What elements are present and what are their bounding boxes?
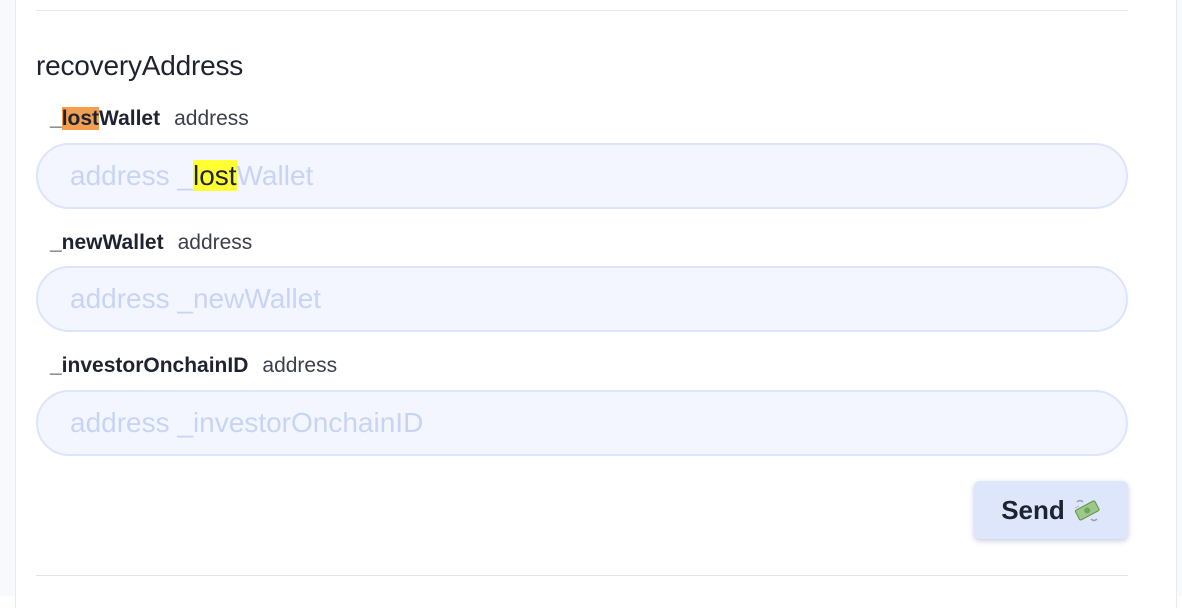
param-label-new-wallet: _newWallet address	[50, 230, 252, 256]
param-name-prefix: _	[50, 107, 62, 130]
param-name: _investorOnchainID	[50, 354, 249, 377]
bottom-divider	[36, 575, 1128, 576]
send-button-label: Send	[1001, 494, 1065, 525]
placeholder-suffix: Wallet	[236, 160, 314, 191]
lost-wallet-input[interactable]: address _lostWallet	[36, 143, 1128, 209]
param-type: address	[177, 231, 253, 254]
search-highlight: lost	[192, 160, 237, 191]
param-name: _newWallet	[50, 231, 164, 254]
investor-onchain-id-input[interactable]: address _investorOnchainID	[36, 390, 1128, 456]
param-type: address	[174, 107, 249, 130]
param-name-suffix: Wallet	[99, 107, 161, 130]
placeholder-prefix: address _	[70, 160, 193, 191]
top-divider	[36, 10, 1128, 11]
search-highlight: lost	[61, 107, 100, 130]
new-wallet-input[interactable]: address _newWallet	[36, 266, 1128, 332]
placeholder: address _newWallet	[70, 283, 322, 314]
money-with-wings-icon	[1073, 496, 1101, 524]
function-title: recoveryAddress	[36, 50, 244, 81]
param-label-lost-wallet: _lostWallet address	[50, 106, 249, 132]
param-type: address	[262, 354, 338, 377]
placeholder: address _investorOnchainID	[70, 407, 424, 438]
param-name: _lostWallet	[50, 107, 160, 130]
send-button[interactable]: Send	[974, 481, 1128, 539]
param-label-investor-onchain-id: _investorOnchainID address	[50, 353, 337, 379]
